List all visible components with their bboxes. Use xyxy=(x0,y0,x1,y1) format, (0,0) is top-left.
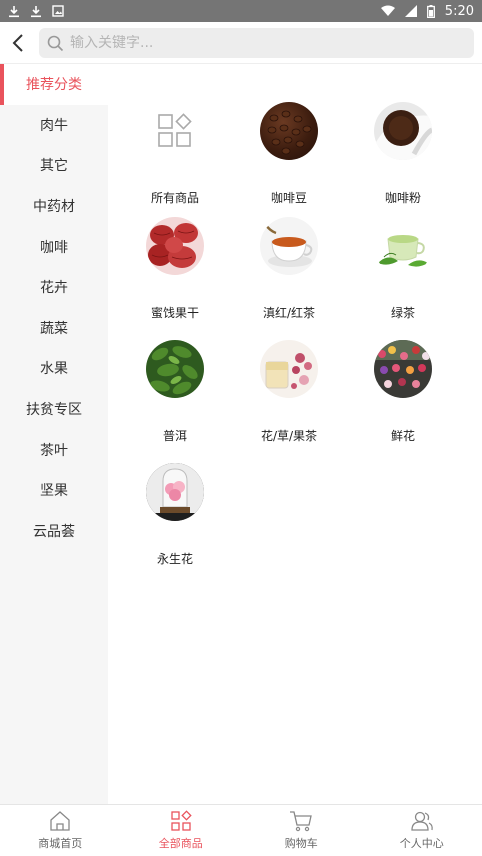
sidebar-item-flowers[interactable]: 花卉 xyxy=(0,267,108,308)
flower-tea-image xyxy=(260,340,318,398)
tab-home[interactable]: 商城首页 xyxy=(0,805,121,856)
category-black-tea[interactable]: 滇红/红茶 xyxy=(229,217,349,321)
category-label: 鲜花 xyxy=(390,429,415,443)
tab-label: 商城首页 xyxy=(38,837,83,850)
download-icon xyxy=(30,5,42,18)
tab-cart[interactable]: 购物车 xyxy=(241,805,362,856)
black-tea-image xyxy=(260,217,318,275)
search-icon xyxy=(47,35,64,51)
fresh-flowers-image xyxy=(374,340,432,398)
cart-icon xyxy=(290,811,313,832)
category-preserved-flowers[interactable]: 永生花 xyxy=(115,463,235,567)
category-coffee-beans[interactable]: 咖啡豆 xyxy=(229,102,349,206)
category-coffee-powder[interactable]: 咖啡粉 xyxy=(343,102,463,206)
status-bar: 5:20 xyxy=(0,0,482,22)
sidebar-item-vegetables[interactable]: 蔬菜 xyxy=(0,308,108,349)
category-puer[interactable]: 普洱 xyxy=(115,340,235,444)
sidebar-item-nuts[interactable]: 坚果 xyxy=(0,470,108,511)
sidebar-item-tea[interactable]: 茶叶 xyxy=(0,429,108,470)
tab-label: 个人中心 xyxy=(399,837,444,850)
sidebar-item-yunpinhui[interactable]: 云品荟 xyxy=(0,511,108,552)
status-time: 5:20 xyxy=(444,3,474,19)
category-flower-herb-fruit-tea[interactable]: 花/草/果茶 xyxy=(229,340,349,444)
category-dried-fruit[interactable]: 蜜饯果干 xyxy=(115,217,235,321)
category-label: 永生花 xyxy=(156,552,193,566)
green-tea-image xyxy=(374,217,432,275)
search-bar[interactable] xyxy=(39,28,474,58)
category-label: 蜜饯果干 xyxy=(150,306,199,320)
sidebar-item-poverty-relief[interactable]: 扶贫专区 xyxy=(0,389,108,430)
image-notification-icon xyxy=(52,5,64,17)
category-label: 普洱 xyxy=(162,429,187,443)
sidebar-item-coffee[interactable]: 咖啡 xyxy=(0,226,108,267)
tab-profile[interactable]: 个人中心 xyxy=(362,805,482,856)
sidebar-item-recommended[interactable]: 推荐分类 xyxy=(0,64,108,105)
tab-label: 全部商品 xyxy=(158,837,203,850)
category-fresh-flowers[interactable]: 鲜花 xyxy=(343,340,463,444)
tab-all-products[interactable]: 全部商品 xyxy=(121,805,242,856)
back-arrow-icon xyxy=(12,33,23,52)
category-label: 所有商品 xyxy=(150,191,199,205)
dried-fruit-image xyxy=(146,217,204,275)
sidebar-item-fruit[interactable]: 水果 xyxy=(0,348,108,389)
category-green-tea[interactable]: 绿茶 xyxy=(343,217,463,321)
category-all-products[interactable]: 所有商品 xyxy=(115,102,235,206)
preserved-flower-image xyxy=(146,463,204,521)
wifi-icon xyxy=(380,5,395,17)
tab-label: 购物车 xyxy=(284,837,318,850)
category-label: 咖啡豆 xyxy=(270,191,307,205)
category-label: 绿茶 xyxy=(390,306,415,320)
category-label: 花/草/果茶 xyxy=(260,429,318,443)
category-grid: 所有商品 咖啡豆 咖啡粉 蜜饯果干 滇红/红茶 绿茶 普洱 花/草/果茶 鲜花 … xyxy=(108,64,482,804)
sidebar-item-herbal-medicine[interactable]: 中药材 xyxy=(0,186,108,227)
signal-icon xyxy=(404,5,417,17)
home-icon xyxy=(50,811,70,831)
category-label: 咖啡粉 xyxy=(384,191,421,205)
sidebar-item-other[interactable]: 其它 xyxy=(0,145,108,186)
battery-icon xyxy=(426,4,435,18)
back-button[interactable] xyxy=(0,22,36,64)
user-icon xyxy=(411,811,433,831)
category-label: 滇红/红茶 xyxy=(262,306,316,320)
sidebar-item-beef-cattle[interactable]: 肉牛 xyxy=(0,105,108,146)
category-sidebar: 推荐分类 肉牛 其它 中药材 咖啡 花卉 蔬菜 水果 扶贫专区 茶叶 坚果 云品… xyxy=(0,64,108,804)
grid-icon xyxy=(146,102,204,160)
coffee-powder-image xyxy=(374,102,432,160)
puer-image xyxy=(146,340,204,398)
download-icon xyxy=(8,5,20,18)
coffee-beans-image xyxy=(260,102,318,160)
bottom-tab-bar: 商城首页 全部商品 购物车 个人中心 xyxy=(0,804,482,856)
header xyxy=(0,22,482,64)
categories-icon xyxy=(171,810,192,831)
search-input[interactable] xyxy=(70,35,450,51)
